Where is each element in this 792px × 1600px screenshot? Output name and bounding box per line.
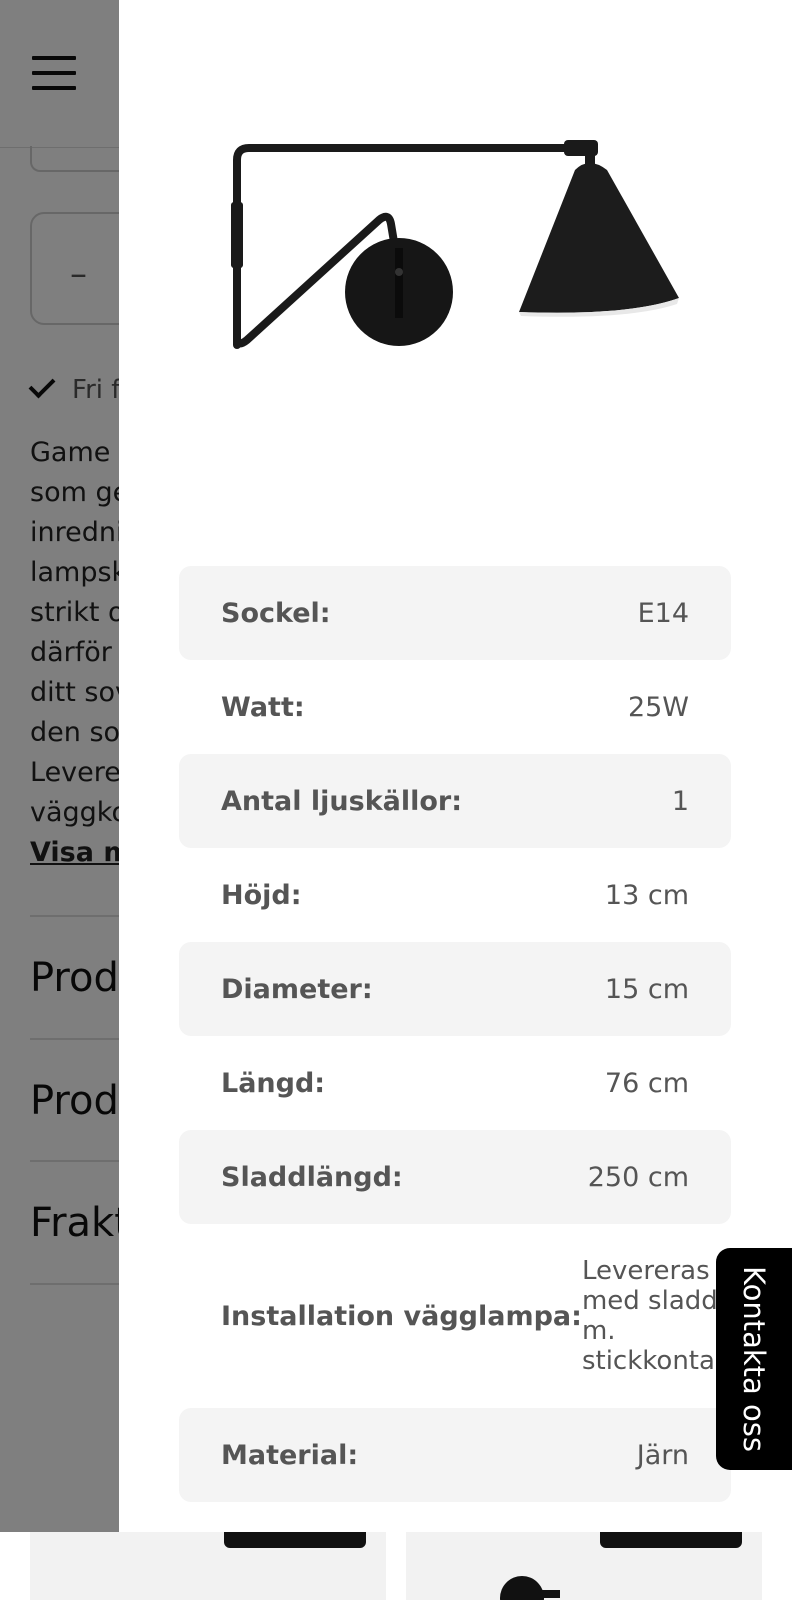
spec-value: Järn xyxy=(636,1439,689,1471)
spec-value: 76 cm xyxy=(604,1067,689,1099)
related-product-card[interactable] xyxy=(406,1532,762,1600)
spec-label: Watt: xyxy=(221,691,305,723)
product-badge xyxy=(600,1532,742,1548)
contact-us-label: Kontakta oss xyxy=(737,1266,771,1452)
spec-value: 1 xyxy=(671,785,689,817)
related-product-card[interactable] xyxy=(30,1532,386,1600)
spec-row-langd: Längd: 76 cm xyxy=(179,1036,731,1130)
spec-table: Sockel: E14 Watt: 25W Antal ljuskällor: … xyxy=(179,566,741,1502)
spec-label: Antal ljuskällor: xyxy=(221,785,463,817)
spec-row-antal-ljuskallor: Antal ljuskällor: 1 xyxy=(179,754,731,848)
spec-row-installation: Installation vägglampa: Levereras med sl… xyxy=(179,1224,741,1408)
spec-value: 25W xyxy=(627,691,689,723)
wall-lamp-thumbnail-icon xyxy=(500,1576,560,1600)
spec-label: Sladdlängd: xyxy=(221,1161,403,1193)
spec-value: 15 cm xyxy=(604,973,689,1005)
spec-label: Sockel: xyxy=(221,597,331,629)
spec-row-sladdlangd: Sladdlängd: 250 cm xyxy=(179,1130,731,1224)
spec-row-material: Material: Järn xyxy=(179,1408,731,1502)
spec-label: Längd: xyxy=(221,1067,326,1099)
spec-label: Installation vägglampa: xyxy=(221,1300,582,1332)
spec-label: Diameter: xyxy=(221,973,373,1005)
spec-row-hojd: Höjd: 13 cm xyxy=(179,848,731,942)
product-badge xyxy=(224,1532,366,1548)
spec-row-diameter: Diameter: 15 cm xyxy=(179,942,731,1036)
product-specs-drawer: Sockel: E14 Watt: 25W Antal ljuskällor: … xyxy=(119,0,792,1532)
spec-value: E14 xyxy=(637,597,689,629)
spec-value: 13 cm xyxy=(604,879,689,911)
spec-label: Material: xyxy=(221,1439,359,1471)
spec-row-watt: Watt: 25W xyxy=(179,660,731,754)
contact-us-button[interactable]: Kontakta oss xyxy=(716,1248,792,1470)
spec-row-sockel: Sockel: E14 xyxy=(179,566,731,660)
spec-label: Höjd: xyxy=(221,879,302,911)
spec-value: 250 cm xyxy=(587,1161,689,1193)
spec-value: Levereras med sladd m. stickkontakt xyxy=(581,1256,741,1376)
wall-lamp-image xyxy=(231,140,679,349)
